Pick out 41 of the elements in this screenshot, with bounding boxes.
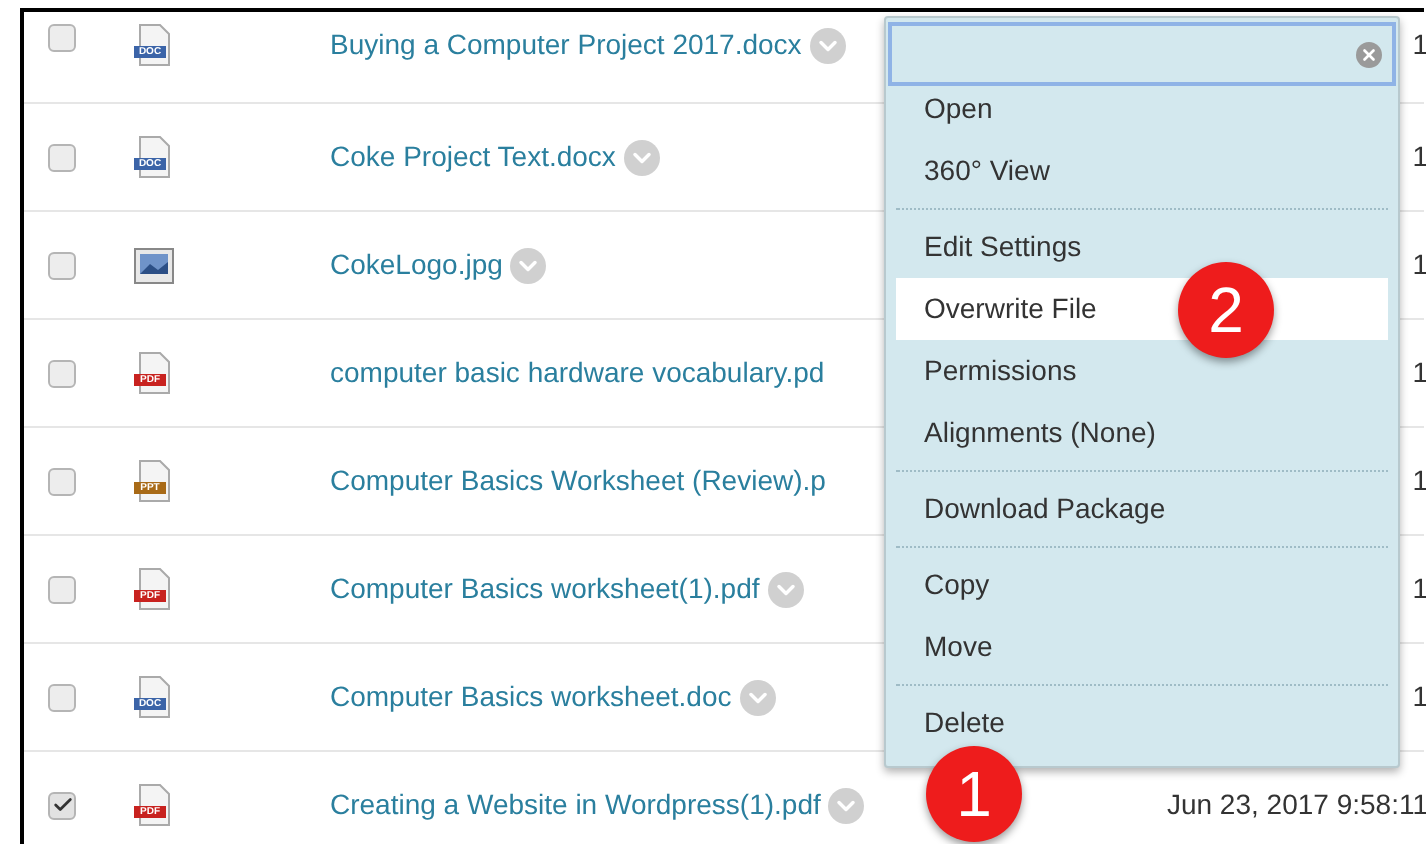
date-cell-text: Jun 23, 2017 9:58:11 <box>1166 786 1426 824</box>
check-icon <box>51 794 73 816</box>
menu-item[interactable]: Download Package <box>896 478 1388 540</box>
checkbox[interactable] <box>48 251 76 279</box>
chevron-down-icon[interactable] <box>828 787 865 823</box>
file-name-link[interactable]: Computer Basics Worksheet (Review).p <box>330 460 826 502</box>
date-cell-text: 1 <box>1412 138 1426 176</box>
chevron-down-icon[interactable] <box>623 139 660 175</box>
file-name-link[interactable]: Buying a Computer Project 2017.docx <box>330 24 802 66</box>
file-name-link[interactable]: Computer Basics worksheet.doc <box>330 676 732 718</box>
date-cell-text: 1 <box>1412 678 1426 716</box>
file-name-link[interactable]: computer basic hardware vocabulary.pd <box>330 352 825 394</box>
checkbox[interactable] <box>48 143 76 171</box>
file-name-link[interactable]: CokeLogo.jpg <box>330 244 503 286</box>
checkbox[interactable] <box>48 467 76 495</box>
date-cell-text: 1 <box>1412 570 1426 608</box>
chevron-down-icon[interactable] <box>809 27 846 63</box>
chevron-down-icon[interactable] <box>767 571 804 607</box>
file-name-link[interactable]: Creating a Website in Wordpress(1).pdf <box>330 784 821 826</box>
checkbox[interactable] <box>48 24 76 52</box>
image-file-icon <box>134 247 174 283</box>
menu-search-field[interactable] <box>888 22 1396 86</box>
date-cell-text: 1 <box>1412 462 1426 500</box>
menu-item[interactable]: Alignments (None) <box>896 402 1388 464</box>
chevron-down-icon[interactable] <box>739 679 776 715</box>
clear-icon[interactable] <box>1356 41 1382 67</box>
checkbox[interactable] <box>48 683 76 711</box>
file-name-link[interactable]: Coke Project Text.docx <box>330 136 616 178</box>
checkbox[interactable] <box>48 791 76 819</box>
menu-item[interactable]: 360° View <box>896 140 1388 202</box>
date-cell-text: 1 <box>1412 246 1426 284</box>
checkbox[interactable] <box>48 575 76 603</box>
menu-item[interactable]: Move <box>896 616 1388 678</box>
menu-item[interactable]: Open <box>896 78 1388 140</box>
step-callout-tooltip: 1 <box>926 746 1022 842</box>
file-name-link[interactable]: Computer Basics worksheet(1).pdf <box>330 568 760 610</box>
chevron-down-icon[interactable] <box>510 247 547 283</box>
checkbox[interactable] <box>48 359 76 387</box>
date-cell-text: 1 <box>1412 354 1426 392</box>
menu-item[interactable]: Copy <box>896 554 1388 616</box>
date-cell-text: 1 <box>1412 26 1426 64</box>
